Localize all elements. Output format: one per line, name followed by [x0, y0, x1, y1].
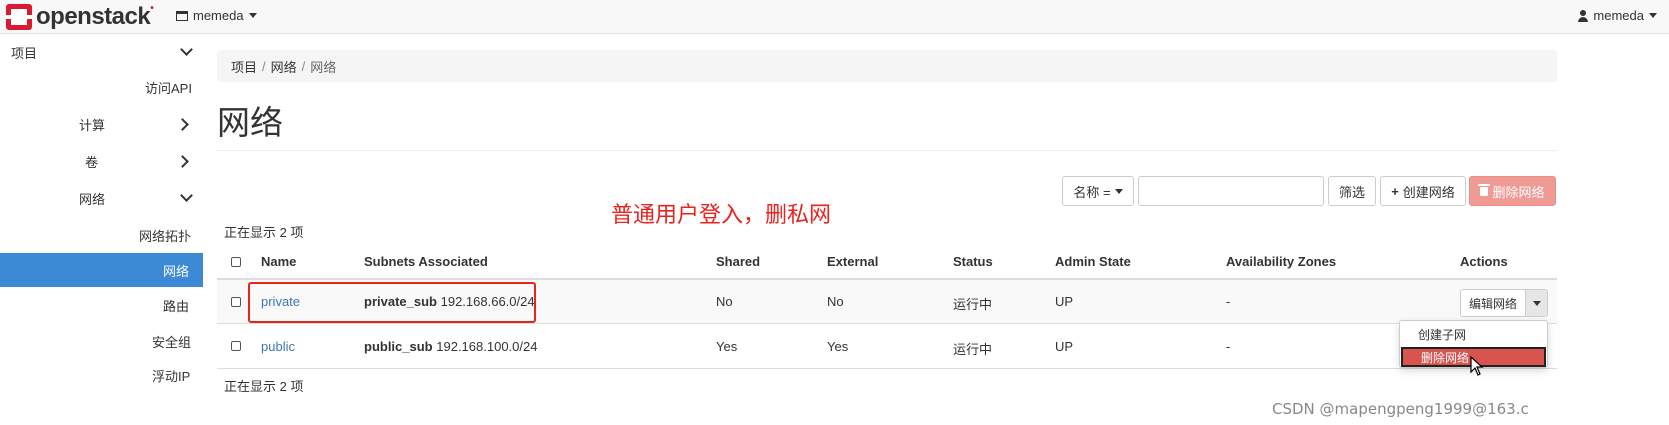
user-icon	[1578, 9, 1589, 22]
item-count-bottom: 正在显示 2 项	[224, 379, 304, 394]
caret-down-icon	[1532, 300, 1541, 306]
row-actions-group: 编辑网络	[1460, 289, 1548, 317]
delete-networks-label: 删除网络	[1492, 184, 1545, 200]
column-header-status[interactable]: Status	[953, 254, 993, 269]
row-checkbox[interactable]	[231, 341, 241, 351]
external-cell: No	[827, 294, 844, 309]
openstack-logo[interactable]: openstack•	[6, 3, 154, 31]
subnet-cidr: 192.168.100.0/24	[436, 339, 538, 354]
breadcrumb-item-network[interactable]: 网络	[271, 57, 297, 76]
sidebar-item-label: 路由	[163, 298, 190, 314]
column-header-actions: Actions	[1460, 254, 1508, 269]
external-cell: Yes	[827, 339, 849, 354]
select-all-checkbox[interactable]	[231, 257, 241, 267]
sidebar-item-label: 网络拓扑	[139, 228, 192, 244]
sidebar-item-label: 网络	[163, 263, 190, 279]
page-title: 网络	[217, 104, 283, 141]
title-divider	[217, 150, 1557, 151]
top-navbar: openstack• memeda memeda	[0, 0, 1669, 34]
column-header-zones[interactable]: Availability Zones	[1226, 254, 1336, 269]
logo-text: openstack•	[36, 3, 154, 30]
item-count-top: 正在显示 2 项	[224, 225, 304, 240]
admin-state-cell: UP	[1055, 294, 1074, 309]
status-cell: 运行中	[953, 342, 993, 357]
actions-dropdown-toggle[interactable]	[1526, 289, 1548, 317]
filter-button-label: 筛选	[1338, 184, 1365, 200]
column-header-name[interactable]: Name	[261, 254, 296, 269]
zones-cell: -	[1226, 339, 1231, 354]
chevron-down-icon	[180, 43, 193, 56]
sidebar-item-network-topology[interactable]: 网络拓扑	[0, 218, 203, 252]
plus-icon: +	[1391, 183, 1399, 199]
table-row: public public_sub 192.168.100.0/24 Yes Y…	[217, 325, 1557, 369]
mouse-cursor-icon	[1470, 356, 1484, 376]
sidebar-item-project[interactable]: 项目	[0, 35, 203, 69]
shared-cell: No	[716, 294, 733, 309]
row-checkbox[interactable]	[231, 297, 241, 307]
filter-field-label: 名称 =	[1073, 184, 1111, 200]
sidebar-item-volumes[interactable]: 卷	[0, 144, 203, 178]
breadcrumb-separator: /	[262, 58, 266, 74]
annotation-text: 普通用户登入，删私网	[611, 203, 832, 228]
watermark: CSDN @mapengpeng1999@163.c	[1272, 400, 1529, 418]
sidebar-item-routers[interactable]: 路由	[0, 288, 203, 322]
sidebar-item-label: 计算	[79, 117, 106, 133]
create-network-label: 创建网络	[1402, 184, 1455, 200]
zones-cell: -	[1226, 294, 1231, 309]
filter-input[interactable]	[1138, 176, 1324, 206]
filter-field-select[interactable]: 名称 =	[1062, 176, 1134, 206]
shared-cell: Yes	[716, 339, 738, 354]
sidebar-item-api-access[interactable]: 访问API	[0, 70, 203, 104]
sidebar-item-label: 网络	[79, 191, 106, 207]
column-header-admin-state[interactable]: Admin State	[1055, 254, 1131, 269]
column-header-external[interactable]: External	[827, 254, 878, 269]
sidebar-item-label: 浮动IP	[152, 368, 191, 384]
status-cell: 运行中	[953, 297, 993, 312]
caret-down-icon	[248, 13, 257, 18]
chevron-right-icon	[176, 117, 189, 131]
sidebar-item-security-groups[interactable]: 安全组	[0, 324, 203, 358]
chevron-down-icon	[180, 189, 193, 202]
chevron-right-icon	[176, 154, 189, 168]
sidebar-item-label: 项目	[11, 45, 38, 61]
delete-networks-button[interactable]: 删除网络	[1469, 176, 1556, 206]
sidebar-item-label: 卷	[85, 154, 99, 170]
admin-state-cell: UP	[1055, 339, 1074, 354]
sidebar-item-floating-ips[interactable]: 浮动IP	[0, 358, 203, 392]
project-switcher[interactable]: memeda	[176, 8, 257, 23]
filter-button[interactable]: 筛选	[1328, 176, 1376, 206]
create-network-button[interactable]: + 创建网络	[1380, 176, 1466, 206]
sidebar-item-networks[interactable]: 网络	[0, 253, 203, 287]
annotation-highlight-box	[248, 282, 536, 323]
sidebar: 项目 访问API 计算 卷 网络 网络拓扑 网络 路由 安全组 浮动IP	[0, 35, 203, 425]
caret-down-icon	[1114, 188, 1123, 194]
user-name: memeda	[1593, 8, 1644, 23]
project-name: memeda	[193, 8, 244, 23]
sidebar-item-compute[interactable]: 计算	[0, 107, 203, 141]
sidebar-item-network-group[interactable]: 网络	[0, 181, 203, 215]
column-header-shared[interactable]: Shared	[716, 254, 760, 269]
sidebar-item-label: 安全组	[152, 334, 192, 350]
breadcrumb-item-current: 网络	[310, 59, 337, 75]
column-header-subnets[interactable]: Subnets Associated	[364, 254, 488, 269]
table-header: Name Subnets Associated Shared External …	[217, 244, 1557, 280]
edit-network-button[interactable]: 编辑网络	[1460, 289, 1526, 317]
user-menu[interactable]: memeda	[1578, 8, 1657, 23]
subnet-name: public_sub	[364, 339, 433, 354]
network-name-link[interactable]: public	[261, 339, 295, 354]
sidebar-item-label: 访问API	[145, 80, 192, 96]
breadcrumb-item-project[interactable]: 项目	[231, 57, 257, 76]
openstack-logo-icon	[6, 4, 32, 30]
breadcrumb-separator: /	[301, 58, 306, 74]
breadcrumb: 项目 / 网络 / 网络	[217, 50, 1557, 82]
subnet-cell: public_sub 192.168.100.0/24	[364, 339, 537, 354]
project-icon	[176, 10, 188, 21]
caret-down-icon	[1649, 13, 1657, 18]
trash-icon	[1478, 183, 1491, 196]
menu-item-create-subnet[interactable]: 创建子网	[1400, 324, 1547, 344]
